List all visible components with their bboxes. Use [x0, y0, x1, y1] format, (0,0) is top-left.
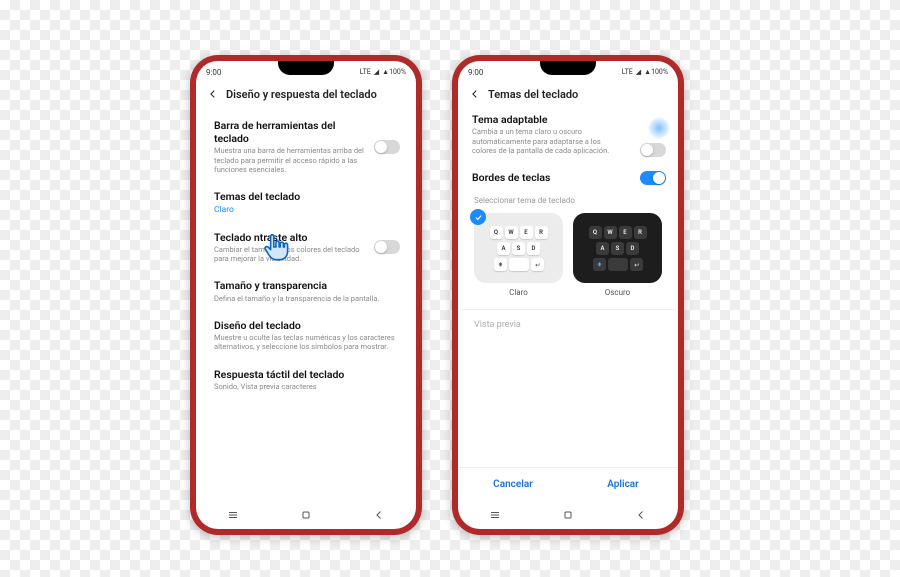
nav-bar	[196, 501, 416, 529]
shift-key-icon	[593, 258, 606, 271]
status-lte: LTE	[360, 68, 371, 76]
nav-home-icon[interactable]	[561, 508, 575, 522]
contrast-toggle[interactable]	[374, 240, 400, 254]
adaptive-toggle[interactable]	[640, 143, 666, 157]
page-title: Temas del teclado	[488, 88, 578, 101]
themes-content: Tema adaptable Cambia a un tema claro u …	[458, 109, 678, 467]
key: E	[619, 226, 632, 239]
key: Q	[589, 226, 602, 239]
row-layout[interactable]: Diseño del teclado Muestre u oculte las …	[202, 311, 410, 360]
row-toolbar[interactable]: Barra de herramientas del teclado Muestr…	[202, 111, 410, 182]
cancel-button[interactable]: Cancelar	[458, 468, 568, 501]
row-contrast-sub: Cambiar el tamaño y los colores del tecl…	[214, 245, 364, 264]
row-adaptive-sub: Cambia a un tema claro u oscuro automáti…	[472, 127, 627, 155]
row-size-sub: Defina el tamaño y la transparencia de l…	[214, 294, 398, 303]
enter-key-icon	[531, 258, 544, 271]
row-borders[interactable]: Bordes de teclas	[460, 163, 676, 192]
key: A	[497, 242, 510, 255]
settings-list: Barra de herramientas del teclado Muestr…	[196, 109, 416, 501]
theme-thumb-light: Q W E R A S D	[474, 213, 563, 283]
row-themes-value: Claro	[214, 205, 398, 215]
row-haptic[interactable]: Respuesta táctil del teclado Sonido, Vis…	[202, 360, 410, 400]
row-toolbar-sub: Muestra una barra de herramientas arriba…	[214, 146, 364, 174]
page-header: Temas del teclado	[458, 81, 678, 109]
page-header: Diseño y respuesta del teclado	[196, 81, 416, 109]
row-themes-title: Temas del teclado	[214, 190, 398, 203]
enter-key-icon	[630, 258, 643, 271]
page-title: Diseño y respuesta del teclado	[226, 88, 377, 101]
preview-field[interactable]: Vista previa	[460, 309, 676, 340]
row-haptic-title: Respuesta táctil del teclado	[214, 368, 398, 381]
nav-back-icon[interactable]	[634, 508, 648, 522]
key: A	[596, 242, 609, 255]
row-contrast-title: Teclado ntraste alto	[214, 231, 364, 244]
row-themes[interactable]: Temas del teclado Claro	[202, 182, 410, 222]
key: E	[520, 226, 533, 239]
key: R	[535, 226, 548, 239]
row-layout-sub: Muestre u oculte las teclas numéricas y …	[214, 333, 398, 352]
status-time: 9:00	[206, 68, 221, 77]
back-icon[interactable]	[468, 87, 482, 101]
theme-option-dark[interactable]: Q W E R A S D	[573, 213, 662, 297]
key: S	[512, 242, 525, 255]
action-bar: Cancelar Aplicar	[458, 467, 678, 501]
theme-thumb-dark: Q W E R A S D	[573, 213, 662, 283]
row-size[interactable]: Tamaño y transparencia Defina el tamaño …	[202, 271, 410, 311]
apply-button[interactable]: Aplicar	[568, 468, 678, 501]
section-select-theme: Seleccionar tema de teclado	[460, 192, 676, 207]
key: W	[604, 226, 617, 239]
row-borders-title: Bordes de teclas	[472, 171, 664, 184]
notch	[278, 61, 334, 75]
key: Q	[490, 226, 503, 239]
borders-toggle[interactable]	[640, 171, 666, 185]
nav-recents-icon[interactable]	[226, 508, 240, 522]
phone-left: 9:00 LTE ◢ ▲100% Diseño y respuesta del …	[190, 55, 422, 535]
status-battery: ▲100%	[644, 68, 668, 76]
nav-bar	[458, 501, 678, 529]
theme-option-light[interactable]: Q W E R A S D	[474, 213, 563, 297]
stage: 9:00 LTE ◢ ▲100% Diseño y respuesta del …	[190, 55, 684, 535]
check-icon	[470, 209, 486, 225]
shift-key-icon	[494, 258, 507, 271]
row-adaptive[interactable]: Tema adaptable Cambia a un tema claro u …	[460, 109, 676, 163]
theme-name-dark: Oscuro	[573, 288, 662, 297]
status-battery: ▲100%	[382, 68, 406, 76]
screen-right: 9:00 LTE ◢ ▲100% Temas del teclado Tema …	[458, 61, 678, 529]
key: D	[626, 242, 639, 255]
status-time: 9:00	[468, 68, 483, 77]
back-icon[interactable]	[206, 87, 220, 101]
space-key	[608, 258, 628, 271]
nav-recents-icon[interactable]	[488, 508, 502, 522]
nav-home-icon[interactable]	[299, 508, 313, 522]
notch	[540, 61, 596, 75]
status-lte: LTE	[622, 68, 633, 76]
screen-left: 9:00 LTE ◢ ▲100% Diseño y respuesta del …	[196, 61, 416, 529]
space-key	[509, 258, 529, 271]
key: D	[527, 242, 540, 255]
tap-highlight-icon	[648, 117, 670, 139]
row-layout-title: Diseño del teclado	[214, 319, 398, 332]
row-contrast[interactable]: Teclado ntraste alto Cambiar el tamaño y…	[202, 223, 410, 272]
row-size-title: Tamaño y transparencia	[214, 279, 398, 292]
key: W	[505, 226, 518, 239]
theme-options: Q W E R A S D	[460, 207, 676, 299]
theme-name-light: Claro	[474, 288, 563, 297]
status-signal-icon: ◢	[374, 68, 379, 76]
row-toolbar-title: Barra de herramientas del teclado	[214, 119, 354, 145]
key: R	[634, 226, 647, 239]
status-signal-icon: ◢	[636, 68, 641, 76]
phone-right: 9:00 LTE ◢ ▲100% Temas del teclado Tema …	[452, 55, 684, 535]
toolbar-toggle[interactable]	[374, 140, 400, 154]
nav-back-icon[interactable]	[372, 508, 386, 522]
row-haptic-sub: Sonido, Vista previa caracteres	[214, 382, 398, 391]
key: S	[611, 242, 624, 255]
row-adaptive-title: Tema adaptable	[472, 113, 622, 126]
